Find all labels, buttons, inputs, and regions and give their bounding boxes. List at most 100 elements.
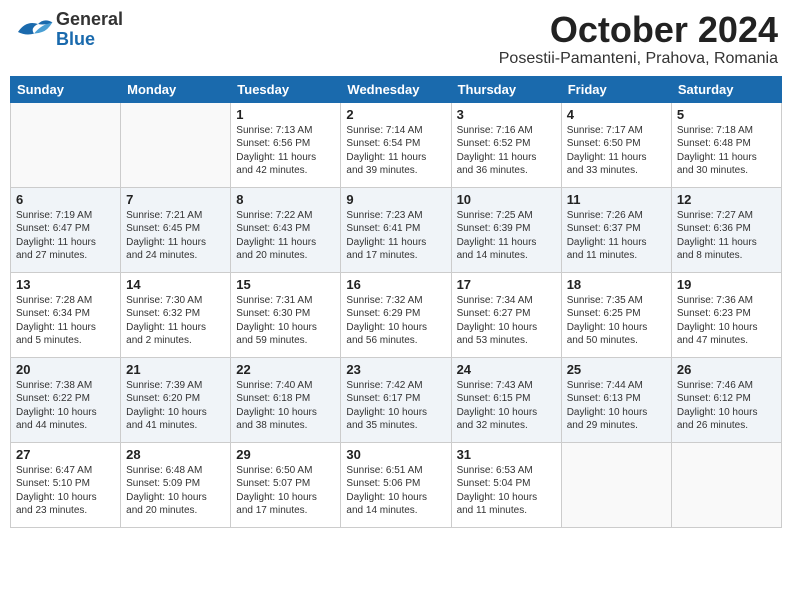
cell-content: Sunrise: 7:40 AM Sunset: 6:18 PM Dayligh… bbox=[236, 379, 335, 433]
day-number: 17 bbox=[457, 277, 556, 292]
calendar-cell: 26 Sunrise: 7:46 AM Sunset: 6:12 PM Dayli… bbox=[671, 357, 781, 442]
calendar-cell: 2 Sunrise: 7:14 AM Sunset: 6:54 PM Daylig… bbox=[341, 102, 451, 187]
calendar-cell: 6 Sunrise: 7:19 AM Sunset: 6:47 PM Daylig… bbox=[11, 187, 121, 272]
cell-content: Sunrise: 7:19 AM Sunset: 6:47 PM Dayligh… bbox=[16, 209, 115, 263]
calendar-header-row: Sunday Monday Tuesday Wednesday Thursday… bbox=[11, 76, 782, 102]
day-number: 5 bbox=[677, 107, 776, 122]
cell-content: Sunrise: 7:17 AM Sunset: 6:50 PM Dayligh… bbox=[567, 124, 666, 178]
day-number: 16 bbox=[346, 277, 445, 292]
header-friday: Friday bbox=[561, 76, 671, 102]
cell-content: Sunrise: 7:18 AM Sunset: 6:48 PM Dayligh… bbox=[677, 124, 776, 178]
header-monday: Monday bbox=[121, 76, 231, 102]
day-number: 25 bbox=[567, 362, 666, 377]
cell-content: Sunrise: 7:28 AM Sunset: 6:34 PM Dayligh… bbox=[16, 294, 115, 348]
calendar-cell: 24 Sunrise: 7:43 AM Sunset: 6:15 PM Dayli… bbox=[451, 357, 561, 442]
calendar-cell: 20Sunrise: 7:38 AM Sunset: 6:22 PM Dayli… bbox=[11, 357, 121, 442]
calendar-cell: 1 Sunrise: 7:13 AM Sunset: 6:56 PM Daylig… bbox=[231, 102, 341, 187]
day-number: 6 bbox=[16, 192, 115, 207]
day-number: 12 bbox=[677, 192, 776, 207]
calendar-cell: 29Sunrise: 6:50 AM Sunset: 5:07 PM Dayli… bbox=[231, 442, 341, 527]
cell-content: Sunrise: 7:13 AM Sunset: 6:56 PM Dayligh… bbox=[236, 124, 335, 178]
calendar-cell: 25 Sunrise: 7:44 AM Sunset: 6:13 PM Dayli… bbox=[561, 357, 671, 442]
calendar-cell: 17Sunrise: 7:34 AM Sunset: 6:27 PM Dayli… bbox=[451, 272, 561, 357]
cell-content: Sunrise: 7:25 AM Sunset: 6:39 PM Dayligh… bbox=[457, 209, 556, 263]
calendar-cell: 22 Sunrise: 7:40 AM Sunset: 6:18 PM Dayli… bbox=[231, 357, 341, 442]
cell-content: Sunrise: 7:36 AM Sunset: 6:23 PM Dayligh… bbox=[677, 294, 776, 348]
day-number: 4 bbox=[567, 107, 666, 122]
calendar-cell: 7 Sunrise: 7:21 AM Sunset: 6:45 PM Daylig… bbox=[121, 187, 231, 272]
calendar-cell: 21 Sunrise: 7:39 AM Sunset: 6:20 PM Dayli… bbox=[121, 357, 231, 442]
header-sunday: Sunday bbox=[11, 76, 121, 102]
logo-general: General bbox=[56, 10, 123, 30]
cell-content: Sunrise: 7:23 AM Sunset: 6:41 PM Dayligh… bbox=[346, 209, 445, 263]
logo-blue: Blue bbox=[56, 30, 123, 50]
day-number: 14 bbox=[126, 277, 225, 292]
calendar-cell: 30 Sunrise: 6:51 AM Sunset: 5:06 PM Dayli… bbox=[341, 442, 451, 527]
day-number: 2 bbox=[346, 107, 445, 122]
day-number: 31 bbox=[457, 447, 556, 462]
day-number: 27 bbox=[16, 447, 115, 462]
day-number: 28 bbox=[126, 447, 225, 462]
cell-content: Sunrise: 7:26 AM Sunset: 6:37 PM Dayligh… bbox=[567, 209, 666, 263]
calendar-cell: 13Sunrise: 7:28 AM Sunset: 6:34 PM Dayli… bbox=[11, 272, 121, 357]
cell-content: Sunrise: 7:38 AM Sunset: 6:22 PM Dayligh… bbox=[16, 379, 115, 433]
cell-content: Sunrise: 7:22 AM Sunset: 6:43 PM Dayligh… bbox=[236, 209, 335, 263]
header-tuesday: Tuesday bbox=[231, 76, 341, 102]
day-number: 9 bbox=[346, 192, 445, 207]
day-number: 23 bbox=[346, 362, 445, 377]
day-number: 24 bbox=[457, 362, 556, 377]
day-number: 3 bbox=[457, 107, 556, 122]
cell-content: Sunrise: 7:43 AM Sunset: 6:15 PM Dayligh… bbox=[457, 379, 556, 433]
calendar-cell bbox=[11, 102, 121, 187]
cell-content: Sunrise: 7:30 AM Sunset: 6:32 PM Dayligh… bbox=[126, 294, 225, 348]
cell-content: Sunrise: 7:46 AM Sunset: 6:12 PM Dayligh… bbox=[677, 379, 776, 433]
cell-content: Sunrise: 6:53 AM Sunset: 5:04 PM Dayligh… bbox=[457, 464, 556, 518]
calendar-cell: 18Sunrise: 7:35 AM Sunset: 6:25 PM Dayli… bbox=[561, 272, 671, 357]
cell-content: Sunrise: 6:50 AM Sunset: 5:07 PM Dayligh… bbox=[236, 464, 335, 518]
calendar-cell: 15Sunrise: 7:31 AM Sunset: 6:30 PM Dayli… bbox=[231, 272, 341, 357]
calendar-cell: 19 Sunrise: 7:36 AM Sunset: 6:23 PM Dayli… bbox=[671, 272, 781, 357]
cell-content: Sunrise: 6:48 AM Sunset: 5:09 PM Dayligh… bbox=[126, 464, 225, 518]
cell-content: Sunrise: 7:44 AM Sunset: 6:13 PM Dayligh… bbox=[567, 379, 666, 433]
header-saturday: Saturday bbox=[671, 76, 781, 102]
day-number: 22 bbox=[236, 362, 335, 377]
calendar-cell: 11 Sunrise: 7:26 AM Sunset: 6:37 PM Dayli… bbox=[561, 187, 671, 272]
calendar-cell: 9 Sunrise: 7:23 AM Sunset: 6:41 PM Daylig… bbox=[341, 187, 451, 272]
cell-content: Sunrise: 7:32 AM Sunset: 6:29 PM Dayligh… bbox=[346, 294, 445, 348]
day-number: 21 bbox=[126, 362, 225, 377]
calendar-cell bbox=[121, 102, 231, 187]
cell-content: Sunrise: 6:51 AM Sunset: 5:06 PM Dayligh… bbox=[346, 464, 445, 518]
day-number: 18 bbox=[567, 277, 666, 292]
month-title: October 2024 bbox=[499, 10, 778, 50]
cell-content: Sunrise: 7:27 AM Sunset: 6:36 PM Dayligh… bbox=[677, 209, 776, 263]
cell-content: Sunrise: 7:39 AM Sunset: 6:20 PM Dayligh… bbox=[126, 379, 225, 433]
day-number: 15 bbox=[236, 277, 335, 292]
cell-content: Sunrise: 7:42 AM Sunset: 6:17 PM Dayligh… bbox=[346, 379, 445, 433]
calendar-cell: 27 Sunrise: 6:47 AM Sunset: 5:10 PM Dayli… bbox=[11, 442, 121, 527]
day-number: 19 bbox=[677, 277, 776, 292]
cell-content: Sunrise: 7:16 AM Sunset: 6:52 PM Dayligh… bbox=[457, 124, 556, 178]
day-number: 26 bbox=[677, 362, 776, 377]
calendar-cell bbox=[671, 442, 781, 527]
calendar-cell: 5 Sunrise: 7:18 AM Sunset: 6:48 PM Daylig… bbox=[671, 102, 781, 187]
day-number: 11 bbox=[567, 192, 666, 207]
calendar-cell: 23 Sunrise: 7:42 AM Sunset: 6:17 PM Dayli… bbox=[341, 357, 451, 442]
calendar-cell: 12 Sunrise: 7:27 AM Sunset: 6:36 PM Dayli… bbox=[671, 187, 781, 272]
calendar-cell: 14 Sunrise: 7:30 AM Sunset: 6:32 PM Dayli… bbox=[121, 272, 231, 357]
calendar-cell: 4 Sunrise: 7:17 AM Sunset: 6:50 PM Daylig… bbox=[561, 102, 671, 187]
title-area: October 2024 Posestii-Pamanteni, Prahova… bbox=[499, 10, 778, 68]
calendar-cell: 10Sunrise: 7:25 AM Sunset: 6:39 PM Dayli… bbox=[451, 187, 561, 272]
day-number: 30 bbox=[346, 447, 445, 462]
calendar-cell: 16 Sunrise: 7:32 AM Sunset: 6:29 PM Dayli… bbox=[341, 272, 451, 357]
calendar-cell: 28 Sunrise: 6:48 AM Sunset: 5:09 PM Dayli… bbox=[121, 442, 231, 527]
cell-content: Sunrise: 6:47 AM Sunset: 5:10 PM Dayligh… bbox=[16, 464, 115, 518]
calendar-week-row: 27 Sunrise: 6:47 AM Sunset: 5:10 PM Dayli… bbox=[11, 442, 782, 527]
day-number: 1 bbox=[236, 107, 335, 122]
cell-content: Sunrise: 7:14 AM Sunset: 6:54 PM Dayligh… bbox=[346, 124, 445, 178]
header-wednesday: Wednesday bbox=[341, 76, 451, 102]
cell-content: Sunrise: 7:21 AM Sunset: 6:45 PM Dayligh… bbox=[126, 209, 225, 263]
day-number: 7 bbox=[126, 192, 225, 207]
location-subtitle: Posestii-Pamanteni, Prahova, Romania bbox=[499, 50, 778, 68]
calendar-week-row: 1 Sunrise: 7:13 AM Sunset: 6:56 PM Daylig… bbox=[11, 102, 782, 187]
header-thursday: Thursday bbox=[451, 76, 561, 102]
